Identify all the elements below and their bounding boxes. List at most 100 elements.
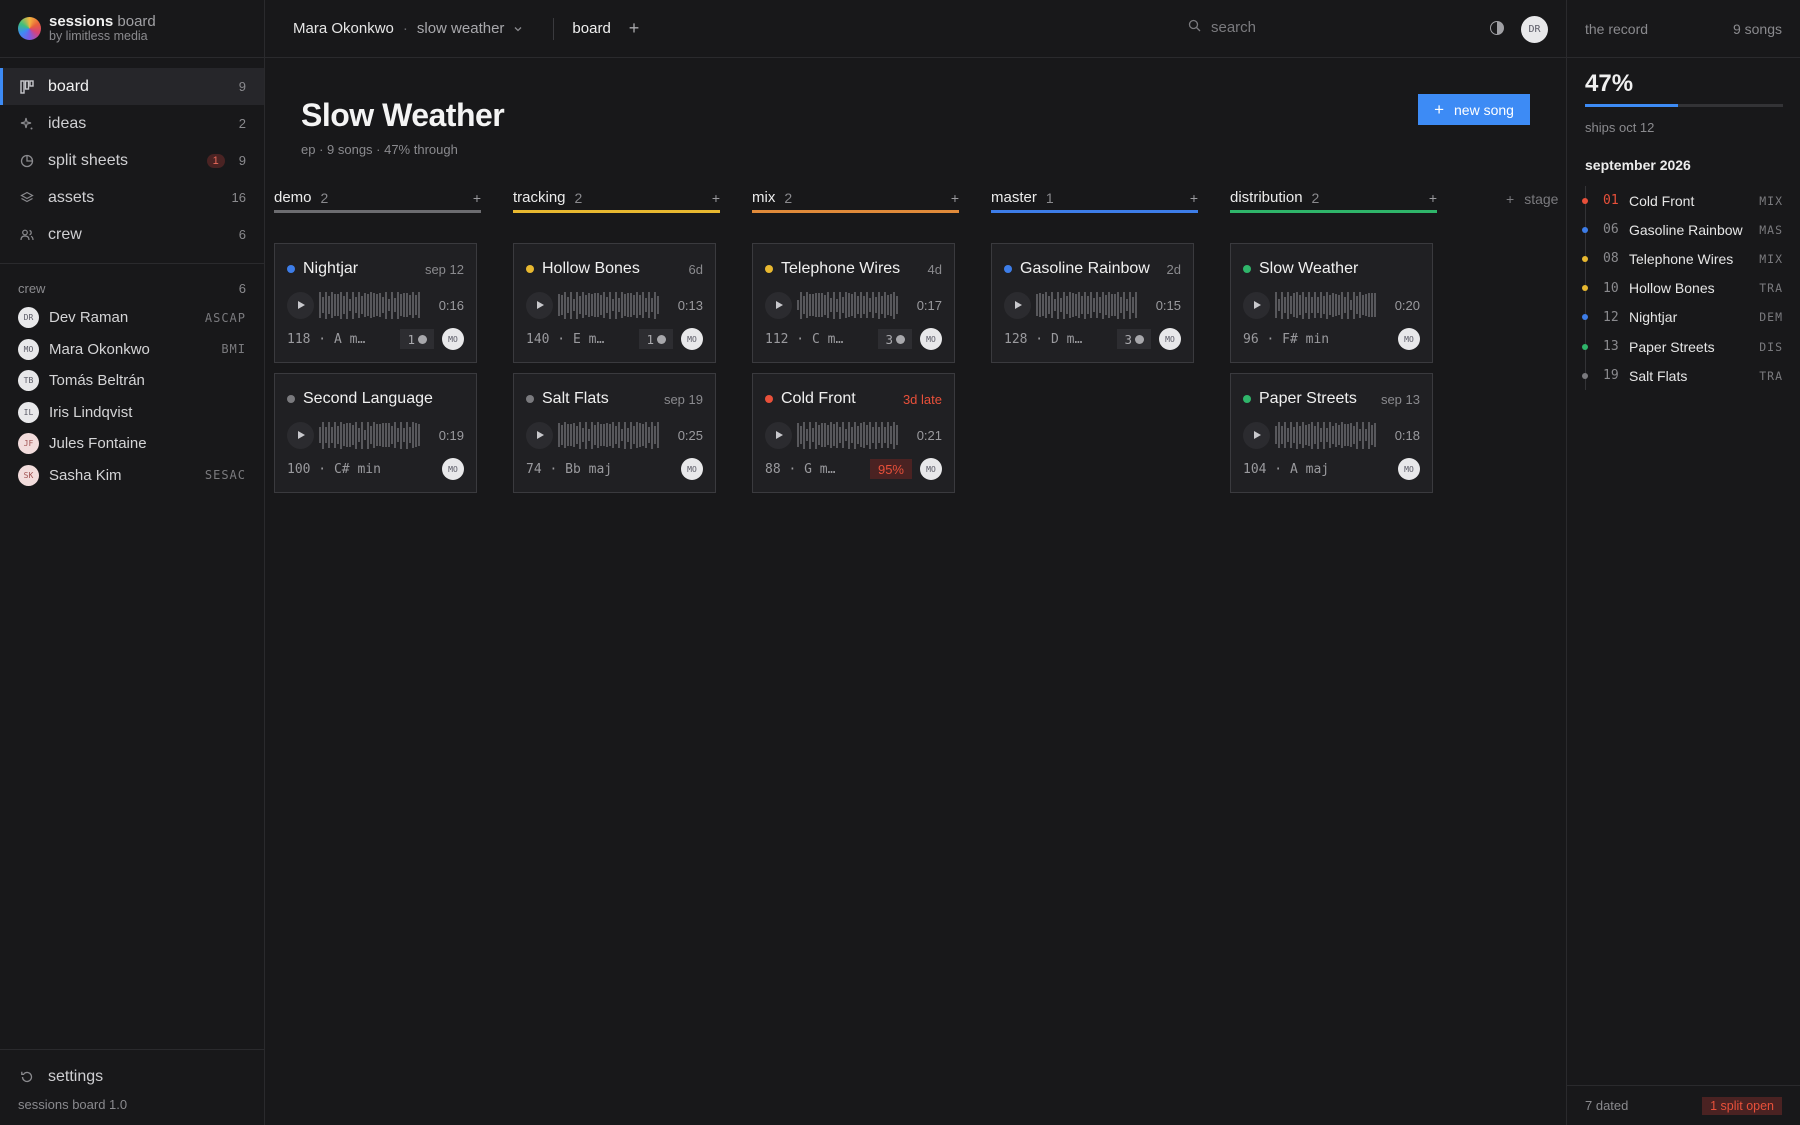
- song-card[interactable]: Cold Front 3d late 0:21 88 · G m… 95% MO: [752, 373, 955, 493]
- avatar[interactable]: MO: [920, 328, 942, 350]
- search-input[interactable]: [1211, 19, 1411, 36]
- song-card[interactable]: Nightjar sep 12 0:16 118 · A m… 1 MO: [274, 243, 477, 363]
- avatar[interactable]: MO: [681, 328, 703, 350]
- waveform-bar: [1344, 423, 1346, 447]
- waveform-bar: [1302, 421, 1304, 449]
- add-tab-button[interactable]: +: [629, 18, 640, 39]
- breadcrumb-user[interactable]: Mara Okonkwo: [293, 20, 394, 37]
- song-card[interactable]: Gasoline Rainbow 2d 0:15 128 · D m… 3 MO: [991, 243, 1194, 363]
- song-title: Slow Weather: [1259, 260, 1359, 277]
- waveform[interactable]: [1036, 291, 1140, 319]
- waveform[interactable]: [1275, 291, 1379, 319]
- nav-item-ideas[interactable]: ideas 2: [0, 105, 264, 142]
- waveform[interactable]: [797, 421, 901, 449]
- nav-item-crew[interactable]: crew 6: [0, 216, 264, 253]
- nav-item-board[interactable]: board 9: [0, 68, 264, 105]
- crew-member[interactable]: IL Iris Lindqvist: [0, 397, 264, 429]
- song-card[interactable]: Second Language 0:19 100 · C# min MO: [274, 373, 477, 493]
- avatar[interactable]: MO: [1159, 328, 1181, 350]
- song-card[interactable]: Hollow Bones 6d 0:13 140 · E m… 1 MO: [513, 243, 716, 363]
- timeline-item[interactable]: 06 Gasoline Rainbow MAS: [1582, 215, 1783, 244]
- breadcrumb-project[interactable]: slow weather: [417, 20, 505, 37]
- add-card-button[interactable]: +: [712, 190, 720, 206]
- card-header: Salt Flats sep 19: [526, 390, 703, 408]
- comment-count-chip[interactable]: 1: [639, 329, 673, 349]
- crew-member[interactable]: MO Mara Okonkwo BMI: [0, 334, 264, 366]
- progress-fill: [1585, 104, 1679, 107]
- timeline-item[interactable]: 10 Hollow Bones TRA: [1582, 274, 1783, 303]
- waveform-bar: [1287, 428, 1289, 442]
- timeline-item[interactable]: 12 Nightjar DEM: [1582, 303, 1783, 332]
- timeline-item[interactable]: 08 Telephone Wires MIX: [1582, 244, 1783, 273]
- add-card-button[interactable]: +: [473, 190, 481, 206]
- crew-member[interactable]: JF Jules Fontaine: [0, 428, 264, 460]
- avatar[interactable]: MO: [920, 458, 942, 480]
- song-card[interactable]: Slow Weather 0:20 96 · F# min MO: [1230, 243, 1433, 363]
- timeline-item[interactable]: 01 Cold Front MIX: [1582, 186, 1783, 215]
- add-card-button[interactable]: +: [1190, 190, 1198, 206]
- add-card-button[interactable]: +: [1429, 190, 1437, 206]
- column-count: 2: [1311, 189, 1320, 206]
- play-icon[interactable]: [1243, 421, 1270, 449]
- avatar[interactable]: MO: [681, 458, 703, 480]
- crew-member[interactable]: TB Tomás Beltrán: [0, 365, 264, 397]
- play-icon[interactable]: [287, 421, 314, 449]
- column-title: distribution: [1230, 189, 1303, 206]
- waveform[interactable]: [558, 291, 662, 319]
- add-stage-button[interactable]: + stage: [1506, 191, 1558, 207]
- play-icon[interactable]: [1243, 291, 1270, 319]
- crew-member-pro: BMI: [221, 342, 246, 357]
- waveform-bar: [1326, 427, 1328, 443]
- play-icon[interactable]: [526, 291, 553, 319]
- avatar[interactable]: MO: [1398, 458, 1420, 480]
- waveform-bar: [1278, 298, 1280, 312]
- waveform-bar: [1111, 294, 1113, 316]
- comment-count-chip[interactable]: 3: [878, 329, 912, 349]
- timeline-item[interactable]: 13 Paper Streets DIS: [1582, 332, 1783, 361]
- waveform-bar: [1081, 296, 1083, 314]
- waveform-bar: [594, 292, 596, 318]
- split-open-badge[interactable]: 1 split open: [1702, 1096, 1782, 1115]
- waveform-bar: [651, 297, 653, 313]
- waveform-bar: [340, 421, 342, 449]
- tab-board[interactable]: board: [572, 20, 610, 37]
- add-card-button[interactable]: +: [951, 190, 959, 206]
- avatar[interactable]: MO: [442, 458, 464, 480]
- avatar[interactable]: DR: [1521, 16, 1548, 43]
- waveform[interactable]: [1275, 421, 1379, 449]
- crew-member[interactable]: SK Sasha Kim SESAC: [0, 460, 264, 492]
- song-card[interactable]: Telephone Wires 4d 0:17 112 · C m… 3 MO: [752, 243, 955, 363]
- comment-count-chip[interactable]: 1: [400, 329, 434, 349]
- avatar[interactable]: MO: [442, 328, 464, 350]
- song-card[interactable]: Salt Flats sep 19 0:25 74 · Bb maj MO: [513, 373, 716, 493]
- timeline-item[interactable]: 19 Salt Flats TRA: [1582, 361, 1783, 390]
- play-icon[interactable]: [1004, 291, 1031, 319]
- waveform-bar: [337, 294, 339, 316]
- crew-member[interactable]: DR Dev Raman ASCAP: [0, 302, 264, 334]
- theme-toggle-icon[interactable]: [1490, 21, 1504, 35]
- waveform-bar: [815, 421, 817, 449]
- new-song-button[interactable]: + new song: [1418, 94, 1530, 125]
- waveform[interactable]: [319, 421, 423, 449]
- play-icon[interactable]: [765, 421, 792, 449]
- song-card[interactable]: Paper Streets sep 13 0:18 104 · A maj MO: [1230, 373, 1433, 493]
- waveform[interactable]: [319, 291, 423, 319]
- waveform[interactable]: [558, 421, 662, 449]
- waveform-bar: [1347, 291, 1349, 319]
- waveform-bar: [1293, 427, 1295, 443]
- waveform-bar: [355, 421, 357, 449]
- layers-icon: [20, 191, 34, 205]
- chevron-down-icon[interactable]: [513, 24, 523, 34]
- play-icon[interactable]: [287, 291, 314, 319]
- waveform[interactable]: [797, 291, 901, 319]
- settings-link[interactable]: settings: [0, 1050, 264, 1097]
- avatar[interactable]: MO: [1398, 328, 1420, 350]
- nav-item-assets[interactable]: assets 16: [0, 179, 264, 216]
- brand[interactable]: sessions board by limitless media: [0, 0, 264, 58]
- nav-item-split-sheets[interactable]: split sheets 1 9: [0, 142, 264, 179]
- play-icon[interactable]: [765, 291, 792, 319]
- play-icon[interactable]: [526, 421, 553, 449]
- crew-member-name: Jules Fontaine: [49, 435, 147, 453]
- comment-count-chip[interactable]: 3: [1117, 329, 1151, 349]
- duration: 0:16: [438, 297, 464, 313]
